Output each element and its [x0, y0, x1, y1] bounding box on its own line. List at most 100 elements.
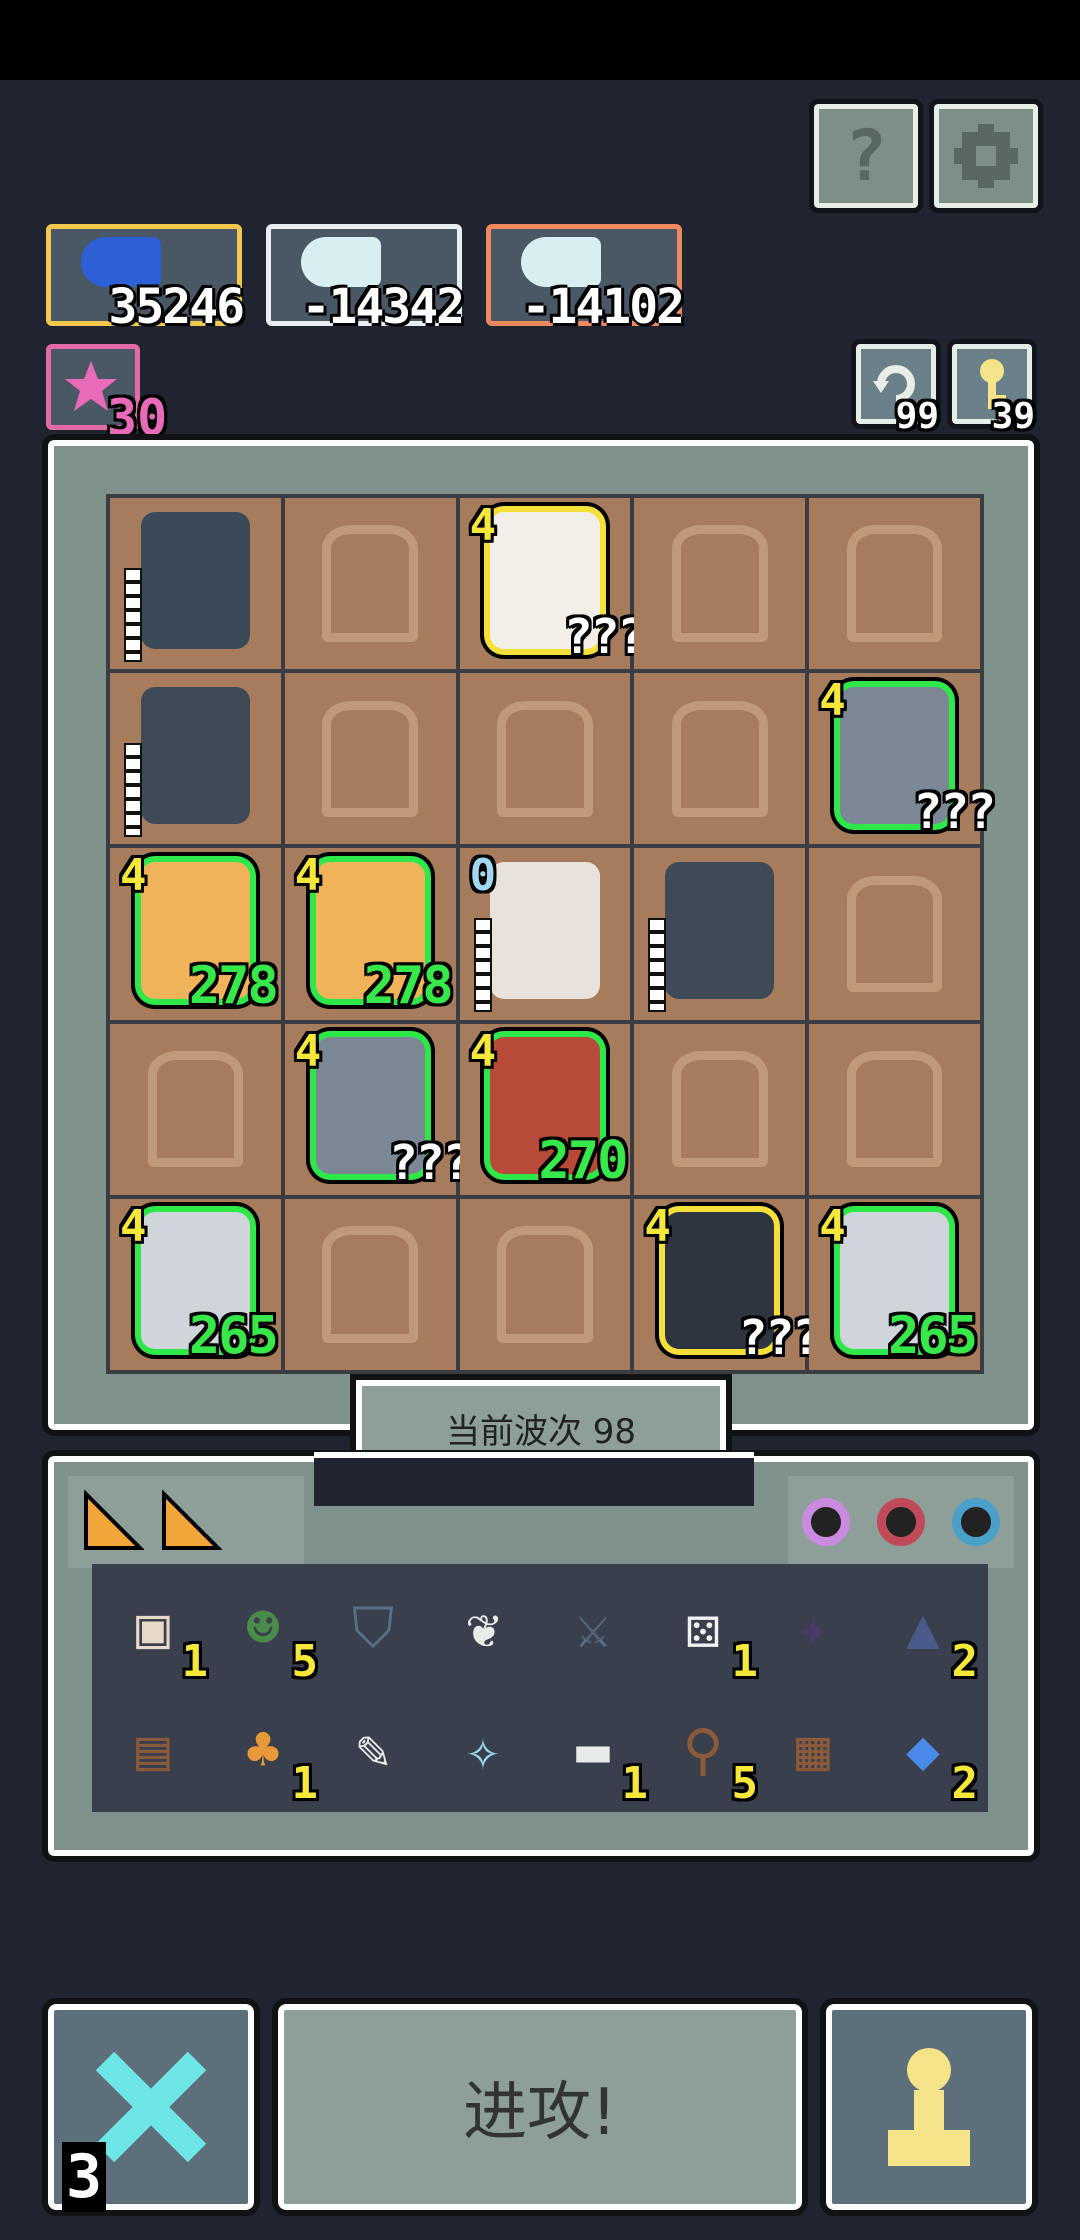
- refresh-count: 99: [895, 396, 939, 437]
- tree-icon: ▲: [906, 1596, 940, 1661]
- board-cell[interactable]: 0: [459, 848, 631, 1020]
- board-cell[interactable]: [110, 1023, 281, 1195]
- board-cell[interactable]: 4 270: [459, 1023, 631, 1195]
- unit-hp: 278: [363, 955, 454, 1016]
- dice-item[interactable]: ⚄ 1: [660, 1586, 758, 1684]
- board-grid: 4??? 4??? 4 278 4 278 0 4??? 4 270 4 265 4??? 4 265: [106, 494, 996, 1374]
- unit-level: 4: [469, 1025, 497, 1077]
- unit-level: 4: [294, 850, 322, 902]
- board-cell[interactable]: [634, 1023, 806, 1195]
- goblin-icon: ☻: [246, 1596, 280, 1661]
- board-cell[interactable]: [110, 673, 281, 845]
- orb-tab[interactable]: [788, 1476, 1014, 1568]
- board-cell[interactable]: [634, 673, 806, 845]
- wave-label: 当前波次 98: [445, 1411, 637, 1452]
- board-cell[interactable]: 4???: [809, 673, 996, 845]
- board-cell[interactable]: [284, 673, 456, 845]
- goblin-item[interactable]: ☻ 5: [220, 1586, 318, 1684]
- refresh-button[interactable]: 99: [851, 339, 941, 437]
- attack-label: 进攻!: [463, 2076, 617, 2150]
- fish-item[interactable]: ◆ 2: [880, 1708, 978, 1806]
- samurai-unit-icon[interactable]: [140, 511, 251, 649]
- key-button[interactable]: 39: [947, 339, 1037, 437]
- orb-icon[interactable]: [876, 1498, 925, 1546]
- resource-blue-fish: 35246: [46, 224, 245, 335]
- sword-item[interactable]: ⚔: [550, 1586, 636, 1672]
- feather-blade-item[interactable]: ✎: [330, 1708, 416, 1794]
- cheese-tab[interactable]: [68, 1476, 304, 1568]
- orb-icon[interactable]: [952, 1498, 1001, 1546]
- unit-hp: ???: [563, 609, 647, 666]
- pawn-icon: [888, 2048, 970, 2166]
- resource-angel-a: -14342: [266, 224, 465, 335]
- gear-icon: [954, 124, 1018, 188]
- unit-hp: ???: [738, 1309, 821, 1366]
- help-button[interactable]: ?: [809, 99, 923, 213]
- potion-jar-item[interactable]: ▣ 1: [110, 1586, 208, 1684]
- elder-unit-icon[interactable]: [490, 862, 600, 1000]
- board-cell[interactable]: 4 278: [284, 848, 456, 1020]
- pawn-button[interactable]: [820, 1998, 1038, 2216]
- board-cell[interactable]: [809, 848, 980, 1020]
- bat-icon: ✦: [796, 1596, 830, 1661]
- board-cell[interactable]: [284, 1198, 456, 1370]
- bell-item[interactable]: ♣ 1: [220, 1708, 318, 1806]
- statue-unit-icon[interactable]: [140, 686, 251, 824]
- item-count: 2: [951, 1758, 979, 1809]
- board-cell[interactable]: [110, 498, 281, 670]
- tree-item[interactable]: ▲ 2: [880, 1586, 978, 1684]
- anvil-icon: ▬: [576, 1718, 610, 1783]
- board-cell[interactable]: [634, 498, 806, 670]
- item-count: 1: [621, 1758, 649, 1809]
- board-cell[interactable]: [459, 673, 631, 845]
- star-count: 30: [107, 389, 168, 447]
- wing-item[interactable]: ❦: [440, 1586, 526, 1672]
- board-cell[interactable]: 4???: [634, 1198, 821, 1370]
- unit-hp: 270: [538, 1130, 628, 1191]
- board-cell[interactable]: 4 278: [110, 848, 281, 1020]
- bat-item[interactable]: ✦: [770, 1586, 856, 1672]
- settings-button[interactable]: [929, 99, 1043, 213]
- board-cell[interactable]: 4???: [284, 1023, 472, 1195]
- telescope-item[interactable]: ⚲ 5: [660, 1708, 758, 1806]
- spike-trap-item[interactable]: ▦: [770, 1708, 856, 1794]
- ladder-icon: [648, 918, 667, 1013]
- board-cell[interactable]: 4 265: [110, 1198, 281, 1370]
- attack-button[interactable]: 进攻!: [272, 1998, 808, 2216]
- unit-hp: 278: [188, 955, 279, 1016]
- status-bar: [0, 0, 1080, 80]
- feather-blade-icon: ✎: [356, 1718, 390, 1783]
- resource-value: 35246: [108, 279, 245, 335]
- chest-item[interactable]: ▤: [110, 1708, 196, 1794]
- unit-hp: 265: [188, 1305, 279, 1366]
- ladder-icon: [124, 743, 142, 838]
- unit-level: 4: [644, 1200, 671, 1252]
- empty-slot-icon: [846, 1050, 943, 1168]
- wing-icon: ❦: [466, 1596, 500, 1661]
- board-cell[interactable]: [809, 498, 980, 670]
- unit-hp: ???: [913, 784, 996, 841]
- board-cell[interactable]: [284, 498, 456, 670]
- item-count: 5: [291, 1636, 319, 1687]
- resource-value: -14102: [521, 279, 685, 335]
- swords-button[interactable]: 3: [42, 1998, 260, 2216]
- board-cell[interactable]: 4 265: [809, 1198, 980, 1370]
- fish-icon: ◆: [906, 1718, 940, 1783]
- board-cell[interactable]: [459, 1198, 631, 1370]
- help-icon: ?: [844, 115, 888, 197]
- board-cell[interactable]: 4???: [459, 498, 646, 670]
- crystal-item[interactable]: ✧: [440, 1708, 526, 1794]
- unit-hp: 265: [888, 1305, 978, 1366]
- empty-slot-icon: [846, 875, 943, 993]
- anvil-item[interactable]: ▬ 1: [550, 1708, 648, 1806]
- shield-icon: ⛉: [352, 1596, 394, 1661]
- star-badge: 30: [46, 344, 167, 447]
- statue-unit-icon[interactable]: [665, 862, 775, 1000]
- shield-item[interactable]: ⛉: [330, 1586, 416, 1672]
- empty-slot-icon: [671, 1050, 768, 1168]
- orb-icon[interactable]: [801, 1498, 850, 1546]
- empty-slot-icon: [497, 1226, 593, 1343]
- board-cell[interactable]: [634, 848, 806, 1020]
- item-count: 1: [731, 1636, 759, 1687]
- board-cell[interactable]: [809, 1023, 980, 1195]
